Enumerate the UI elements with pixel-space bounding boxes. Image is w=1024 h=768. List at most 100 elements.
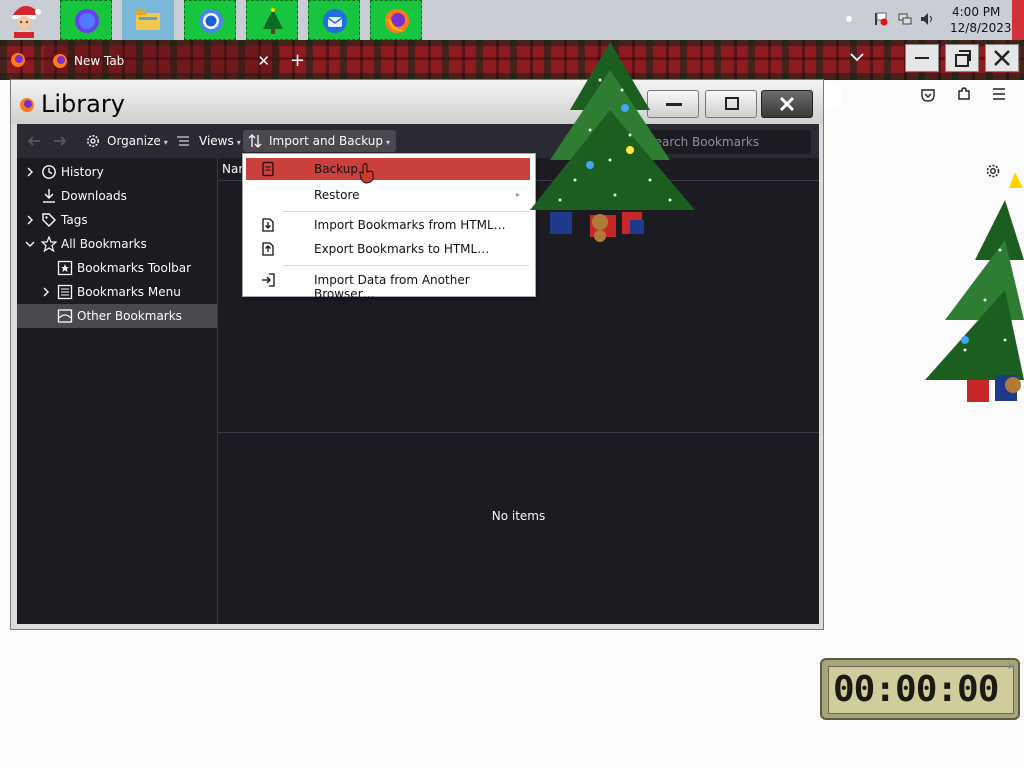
menu-separator: [283, 265, 529, 266]
tree-item-bookmarks-toolbar[interactable]: Bookmarks Toolbar: [17, 256, 217, 280]
tree-item-label: Bookmarks Menu: [77, 285, 181, 299]
tree-item-label: Downloads: [61, 189, 127, 203]
chrome-icon: [199, 9, 223, 33]
tree-item-all-bookmarks[interactable]: All Bookmarks: [17, 232, 217, 256]
tree-item-label: Tags: [61, 213, 88, 227]
library-title: Library: [41, 90, 125, 118]
taskbar-app-firefox[interactable]: [370, 0, 422, 40]
firefox-icon: [53, 54, 67, 68]
gear-icon: [87, 135, 99, 147]
file-explorer-icon: [136, 10, 160, 30]
stopwatch-face: 00:00:00: [828, 666, 1014, 714]
backup-icon: [262, 161, 274, 177]
close-icon: [994, 50, 1010, 66]
tab-close-icon[interactable]: ✕: [257, 52, 270, 70]
clock-icon: [42, 165, 56, 179]
tree-item-bookmarks-menu[interactable]: Bookmarks Menu: [17, 280, 217, 304]
pocket-icon[interactable]: [920, 87, 936, 103]
clock-date[interactable]: 12/8/2023: [950, 21, 1012, 35]
chevron-right-icon[interactable]: [26, 215, 34, 225]
chevron-right-icon[interactable]: [42, 287, 50, 297]
stopwatch-widget[interactable]: 00:00:00 ✕: [820, 658, 1020, 720]
empty-message: No items: [491, 509, 546, 523]
tab-new-tab[interactable]: New Tab ✕: [44, 46, 280, 76]
tag-icon: [42, 213, 56, 227]
details-pane: No items: [218, 433, 819, 624]
flag-icon[interactable]: [874, 12, 888, 26]
url-bar[interactable]: [824, 84, 842, 108]
chevron-down-icon[interactable]: [850, 52, 864, 62]
close-icon: [779, 96, 795, 112]
import-backup-label: Import and Backup: [269, 134, 384, 148]
star-icon: [41, 236, 57, 252]
browser-close-button[interactable]: [985, 44, 1019, 72]
firefox-icon: [385, 9, 409, 33]
network-icon[interactable]: [898, 12, 912, 26]
tree-item-other-bookmarks[interactable]: Other Bookmarks: [17, 304, 217, 328]
folder-icon: [57, 309, 73, 323]
clock-time[interactable]: 4:00 PM: [952, 5, 1000, 19]
menu-item-restore[interactable]: Restore ▸: [246, 184, 530, 206]
taskbar-app-circle[interactable]: [60, 0, 112, 40]
organize-label: Organize: [107, 134, 161, 148]
taskbar-app-explorer[interactable]: [122, 0, 174, 40]
browser-minimize-button[interactable]: [905, 44, 939, 72]
santa-icon[interactable]: [4, 2, 44, 38]
dot-icon[interactable]: [846, 16, 852, 22]
import-backup-button[interactable]: Import and Backup ▾: [243, 130, 397, 152]
menu-item-export-html[interactable]: Export Bookmarks to HTML…: [246, 238, 530, 260]
taskbar: 4:00 PM 12/8/2023: [0, 0, 1024, 40]
menu-item-label: Import Data from Another Browser…: [314, 273, 470, 301]
sort-arrows-icon: [248, 134, 262, 148]
christmas-tree-decoration: [925, 172, 1024, 402]
minimize-icon: [915, 57, 929, 59]
taskbar-app-chrome[interactable]: [184, 0, 236, 40]
library-titlebar[interactable]: Library: [11, 80, 823, 124]
bookmark-menu-icon: [57, 284, 73, 300]
tree-item-tags[interactable]: Tags: [17, 208, 217, 232]
chevron-right-icon[interactable]: [26, 167, 34, 177]
christmas-tree-decoration: [530, 42, 695, 242]
menu-item-import-html[interactable]: Import Bookmarks from HTML…: [246, 214, 530, 236]
browser-restore-button[interactable]: [945, 44, 979, 72]
library-maximize-button[interactable]: [705, 90, 757, 118]
menu-item-label: Restore: [314, 188, 360, 202]
firefox-icon: [20, 98, 34, 112]
tree-item-label: Bookmarks Toolbar: [77, 261, 192, 275]
taskbar-app-tree[interactable]: [246, 0, 298, 40]
volume-icon[interactable]: [920, 12, 934, 26]
menu-item-label: Export Bookmarks to HTML…: [314, 242, 490, 256]
tab-label: New Tab: [74, 54, 125, 68]
library-close-button[interactable]: [761, 90, 813, 118]
stopwatch-display: 00:00:00: [833, 669, 999, 710]
back-arrow-icon[interactable]: [27, 134, 41, 148]
views-button[interactable]: Views ▾: [175, 130, 245, 152]
thunderbird-icon: [323, 9, 347, 33]
new-tab-button[interactable]: +: [290, 50, 305, 71]
import-backup-menu: Backup… Restore ▸ Import Bookmarks from …: [242, 153, 536, 301]
firefox-menu-icon[interactable]: [10, 52, 26, 68]
christmas-tree-icon: [263, 8, 283, 34]
views-label: Views: [199, 134, 234, 148]
tree-item-label: All Bookmarks: [61, 237, 147, 251]
chevron-down-icon: ▾: [236, 138, 241, 147]
tree-item-history[interactable]: History: [17, 160, 217, 184]
taskbar-app-thunderbird[interactable]: [308, 0, 360, 40]
chevron-down-icon[interactable]: [25, 240, 35, 248]
hand-cursor-icon: [359, 163, 374, 184]
extensions-icon[interactable]: [956, 86, 972, 102]
show-desktop-button[interactable]: [1012, 0, 1024, 40]
tree-item-downloads[interactable]: Downloads: [17, 184, 217, 208]
library-sidebar-tree: History Downloads Tags All Bookmarks Boo…: [17, 158, 218, 624]
chevron-down-icon: ▾: [386, 138, 391, 147]
menu-item-import-browser[interactable]: Import Data from Another Browser…: [246, 269, 530, 301]
menu-separator: [283, 211, 529, 212]
close-icon[interactable]: ✕: [1007, 660, 1016, 673]
forward-arrow-icon[interactable]: [53, 134, 67, 148]
tree-item-label: History: [61, 165, 104, 179]
menu-item-backup[interactable]: Backup…: [246, 158, 530, 180]
organize-button[interactable]: Organize ▾: [83, 130, 172, 152]
circle-app-icon: [75, 9, 99, 33]
hamburger-menu-icon[interactable]: [992, 87, 1006, 101]
chevron-down-icon: ▾: [163, 138, 168, 147]
